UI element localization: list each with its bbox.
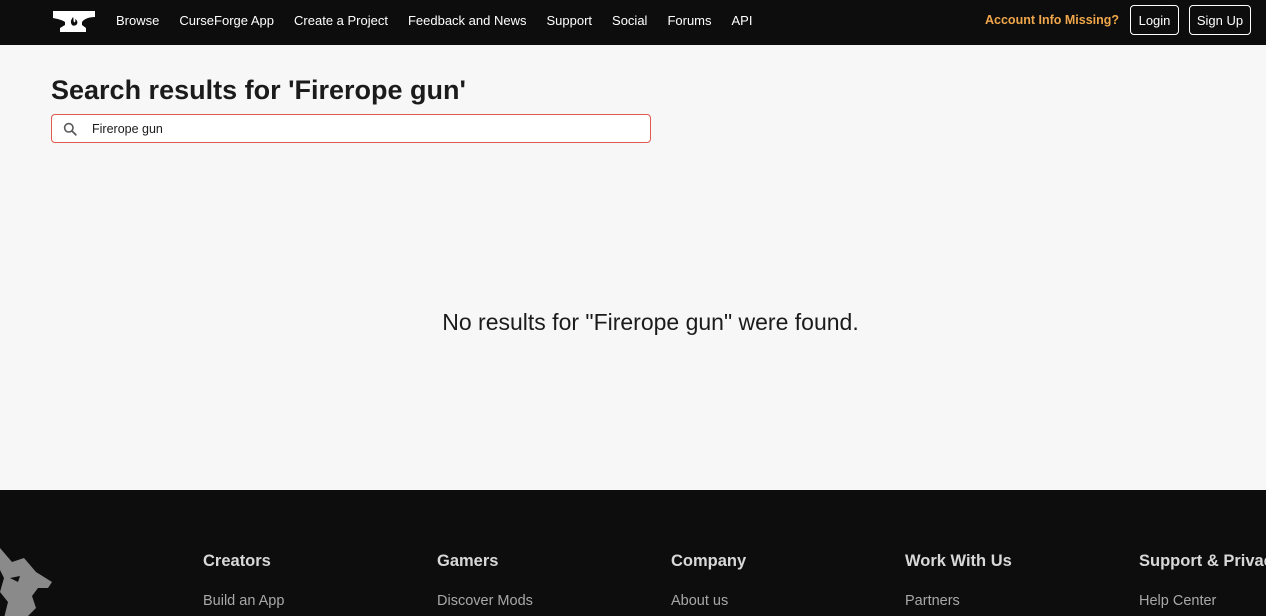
- wolf-logo-icon: [0, 548, 52, 616]
- nav-api[interactable]: API: [732, 13, 753, 28]
- account-info-missing-link[interactable]: Account Info Missing?: [985, 13, 1119, 27]
- signup-button[interactable]: Sign Up: [1189, 5, 1251, 35]
- footer-link-discover-mods[interactable]: Discover Mods: [437, 593, 533, 609]
- footer-heading-work-with-us: Work With Us: [905, 552, 1012, 570]
- footer-column-gamers: Gamers Discover Mods: [437, 552, 533, 609]
- footer-column-creators: Creators Build an App: [203, 552, 284, 609]
- main-nav: Browse CurseForge App Create a Project F…: [106, 0, 762, 40]
- search-icon: [63, 122, 77, 136]
- top-navigation-bar: Browse CurseForge App Create a Project F…: [0, 0, 1266, 45]
- nav-browse[interactable]: Browse: [116, 13, 159, 28]
- nav-support[interactable]: Support: [546, 13, 592, 28]
- nav-curseforge-app[interactable]: CurseForge App: [179, 13, 274, 28]
- nav-create-project[interactable]: Create a Project: [294, 13, 388, 28]
- page-title: Search results for 'Firerope gun': [51, 75, 466, 105]
- anvil-logo-icon[interactable]: [51, 8, 97, 34]
- footer-heading-company: Company: [671, 552, 747, 570]
- footer-column-support-privacy: Support & Privacy Help Center: [1139, 552, 1266, 609]
- footer-link-help-center[interactable]: Help Center: [1139, 593, 1266, 609]
- nav-social[interactable]: Social: [612, 13, 647, 28]
- footer-heading-support-privacy: Support & Privacy: [1139, 552, 1266, 570]
- search-box[interactable]: [51, 114, 651, 143]
- nav-forums[interactable]: Forums: [667, 13, 711, 28]
- nav-feedback-news[interactable]: Feedback and News: [408, 13, 527, 28]
- no-results-message: No results for "Firerope gun" were found…: [442, 309, 859, 335]
- login-button[interactable]: Login: [1130, 5, 1179, 35]
- footer-column-work-with-us: Work With Us Partners: [905, 552, 1012, 609]
- search-input[interactable]: [92, 119, 642, 139]
- footer-heading-creators: Creators: [203, 552, 271, 570]
- footer-link-about-us[interactable]: About us: [671, 593, 746, 609]
- footer-heading-gamers: Gamers: [437, 552, 499, 570]
- footer-link-partners[interactable]: Partners: [905, 593, 1012, 609]
- footer-link-build-an-app[interactable]: Build an App: [203, 593, 284, 609]
- footer-column-company: Company About us: [671, 552, 746, 609]
- footer: Creators Build an App Gamers Discover Mo…: [0, 490, 1266, 616]
